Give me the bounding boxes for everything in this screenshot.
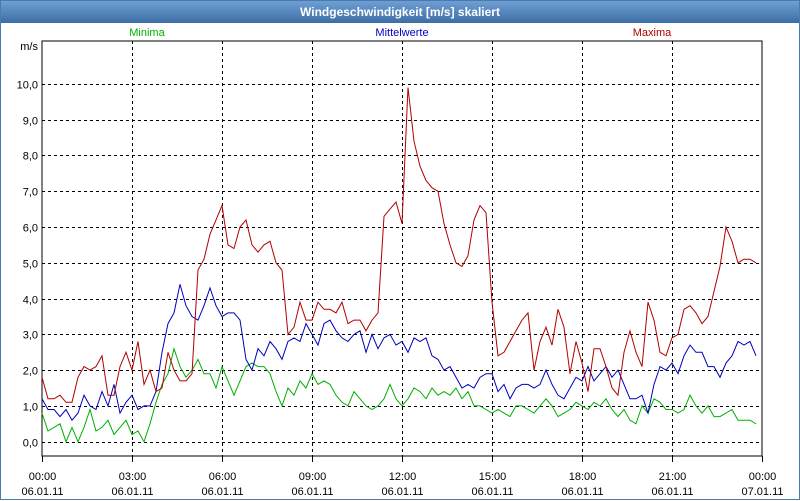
chart-svg: 0,0 1,0 2,0 3,0 4,0 5,0 6,0 7,0 8,0 9,0 10,0 m/s 00:…	[17, 27, 784, 498]
x-tick-date: 06.01.11	[561, 486, 603, 498]
x-tick-date: 06.01.11	[291, 486, 333, 498]
y-tick-label: 1,0	[23, 402, 38, 414]
y-tick-label: 3,0	[23, 330, 38, 342]
x-tick-time: 00:00	[29, 471, 57, 483]
x-tick-time: 12:00	[389, 471, 417, 483]
x-tick-date: 06.01.11	[201, 486, 243, 498]
y-tick-label: 7,0	[23, 187, 38, 199]
x-tick-time: 06:00	[209, 471, 237, 483]
y-axis-label: m/s	[20, 41, 38, 53]
x-tick-date: 06.01.11	[381, 486, 423, 498]
x-tick-date: 06.01.11	[111, 486, 153, 498]
x-tick-date: 07.01.11	[741, 486, 783, 498]
legend-entry-mittelwerte: Mittelwerte	[375, 27, 428, 39]
x-tick-date: 06.01.11	[651, 486, 693, 498]
legend-entry-minima: Minima	[129, 27, 165, 39]
y-tick-label: 8,0	[23, 151, 38, 163]
y-tick-label: 4,0	[23, 295, 38, 307]
y-tick-label: 9,0	[23, 116, 38, 128]
chart-window: Windgeschwindigkeit [m/s] skaliert 0,0 1,…	[0, 0, 800, 500]
x-tick-time: 03:00	[119, 471, 147, 483]
legend-entry-maxima: Maxima	[633, 27, 672, 39]
y-tick-label: 2,0	[23, 366, 38, 378]
x-tick-time: 18:00	[569, 471, 597, 483]
y-tick-label: 0,0	[23, 438, 38, 450]
y-tick-label: 5,0	[23, 259, 38, 271]
x-tick-time: 00:00	[749, 471, 777, 483]
x-tick-date: 06.01.11	[471, 486, 513, 498]
y-tick-label: 6,0	[23, 223, 38, 235]
x-tick-time: 15:00	[479, 471, 507, 483]
x-tick-date: 06.01.11	[21, 486, 63, 498]
y-tick-label: 10,0	[17, 80, 38, 92]
x-tick-time: 09:00	[299, 471, 327, 483]
x-tick-time: 21:00	[659, 471, 687, 483]
